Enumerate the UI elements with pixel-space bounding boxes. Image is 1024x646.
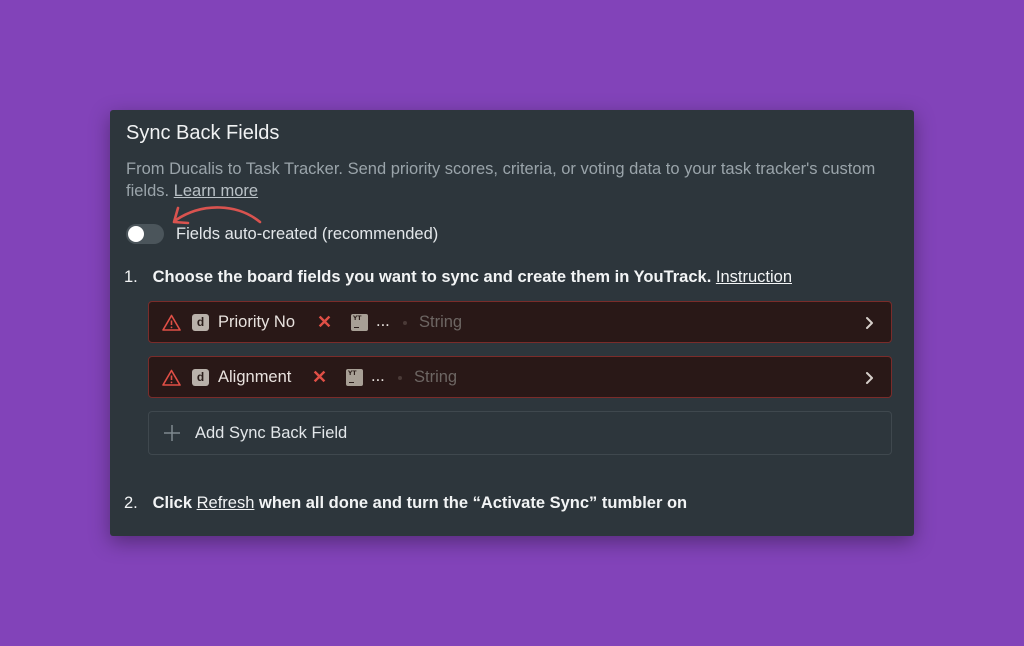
- field-name: Alignment: [218, 368, 292, 386]
- step-1-number: 1.: [124, 268, 138, 286]
- warning-icon: [162, 369, 181, 386]
- close-icon[interactable]: ✕: [317, 312, 332, 333]
- step-1-text: Choose the board fields you want to sync…: [152, 268, 712, 286]
- target-field: ...: [371, 367, 385, 385]
- separator-dot: [403, 321, 407, 325]
- panel-description: From Ducalis to Task Tracker. Send prior…: [126, 158, 906, 202]
- separator-dot: [398, 376, 402, 380]
- instruction-link[interactable]: Instruction: [716, 268, 792, 286]
- close-icon[interactable]: ✕: [312, 367, 327, 388]
- field-type: String: [414, 368, 458, 386]
- chevron-right-icon[interactable]: [865, 371, 875, 385]
- ducalis-icon: d: [192, 314, 209, 331]
- add-field-label: Add Sync Back Field: [195, 424, 348, 442]
- toggle-label: Fields auto-created (recommended): [176, 225, 439, 243]
- ducalis-icon: d: [192, 369, 209, 386]
- step-2-number: 2.: [124, 494, 138, 512]
- youtrack-icon: YT: [346, 369, 363, 386]
- step-2-text-after: when all done and turn the “Activate Syn…: [259, 494, 688, 512]
- target-field: ...: [376, 312, 390, 330]
- sync-field-row-priority-no[interactable]: d Priority No ✕ YT ... String: [148, 301, 892, 343]
- plus-icon: [164, 425, 180, 441]
- step-1: 1. Choose the board fields you want to s…: [124, 268, 792, 287]
- panel-title: Sync Back Fields: [126, 122, 280, 144]
- chevron-right-icon[interactable]: [865, 316, 875, 330]
- sync-back-fields-panel: Sync Back Fields From Ducalis to Task Tr…: [110, 110, 914, 536]
- step-2-text-before: Click: [152, 494, 193, 512]
- youtrack-icon: YT: [351, 314, 368, 331]
- add-sync-back-field-button[interactable]: Add Sync Back Field: [148, 411, 892, 455]
- refresh-link[interactable]: Refresh: [197, 494, 255, 512]
- field-type: String: [419, 313, 463, 331]
- toggle-knob: [128, 226, 144, 242]
- field-name: Priority No: [218, 313, 296, 331]
- step-2: 2. Click Refresh when all done and turn …: [124, 494, 687, 513]
- warning-icon: [162, 314, 181, 331]
- sync-field-row-alignment[interactable]: d Alignment ✕ YT ... String: [148, 356, 892, 398]
- auto-created-toggle[interactable]: [126, 224, 164, 244]
